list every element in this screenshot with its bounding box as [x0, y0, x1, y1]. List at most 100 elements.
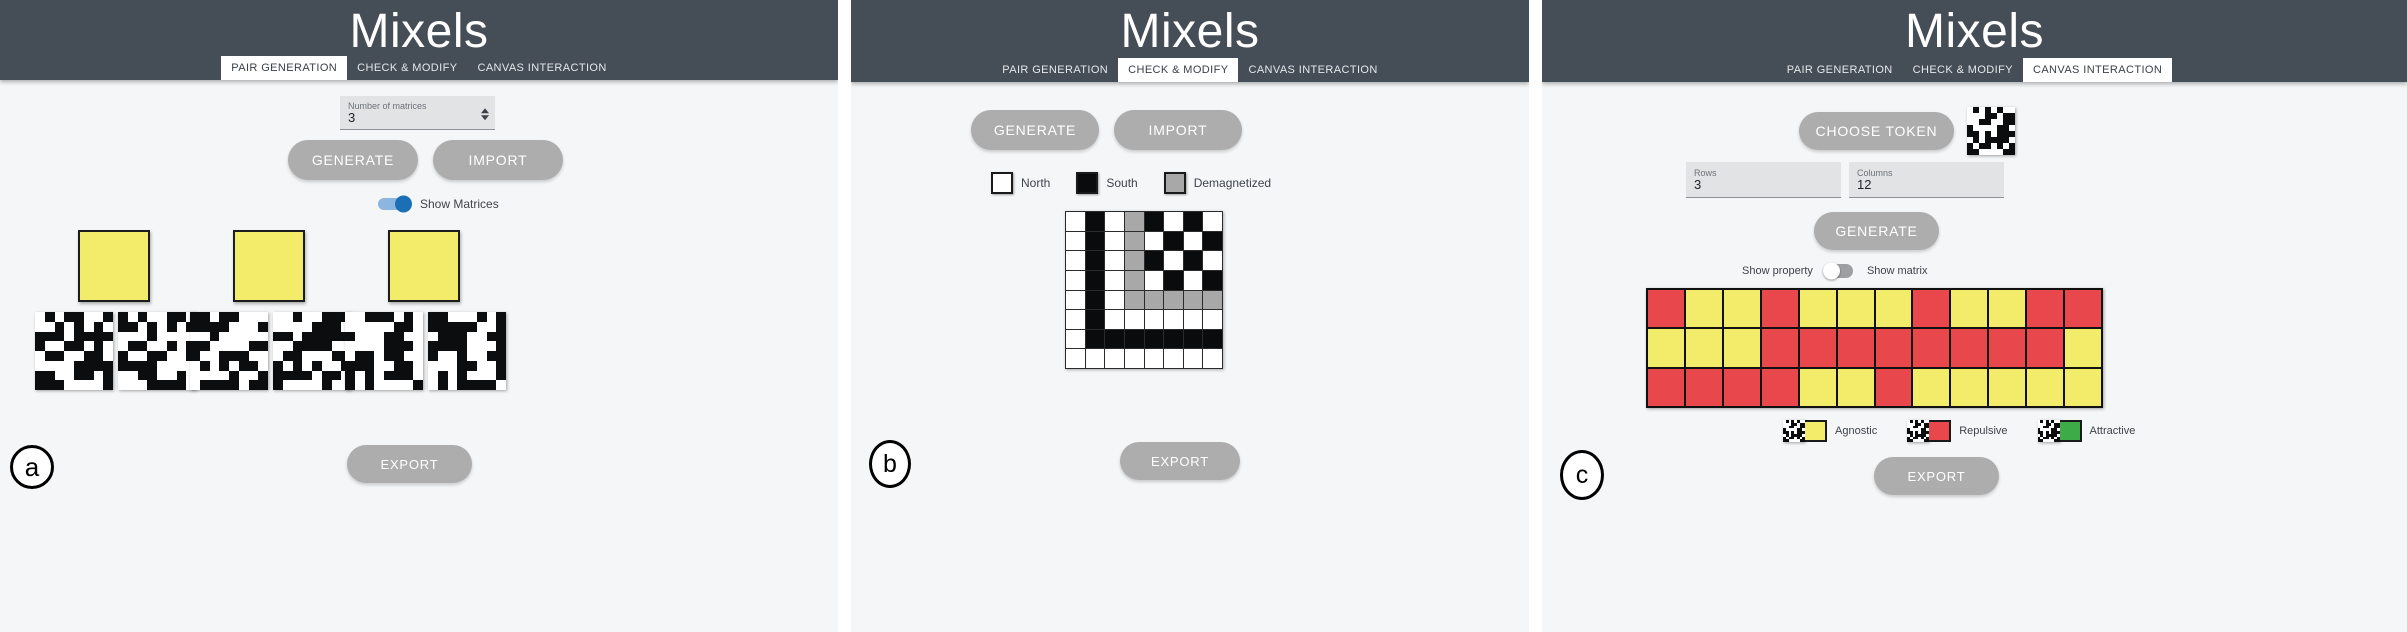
matrix-cell[interactable] [1085, 329, 1105, 349]
noise-matrix-2a[interactable] [190, 312, 268, 390]
pair-plate-1[interactable] [78, 230, 150, 302]
matrix-cell[interactable] [1164, 329, 1183, 349]
canvas-cell[interactable] [2027, 368, 2064, 406]
canvas-cell[interactable] [1723, 290, 1760, 328]
matrix-cell[interactable] [1164, 231, 1183, 251]
show-property-matrix-toggle[interactable] [1822, 262, 1857, 280]
matrix-cell[interactable] [1124, 231, 1144, 251]
noise-matrix-2b[interactable] [273, 312, 351, 390]
number-of-matrices-stepper[interactable] [481, 107, 489, 120]
matrix-cell[interactable] [1144, 349, 1164, 368]
canvas-cell[interactable] [1837, 368, 1874, 406]
canvas-cell[interactable] [1723, 368, 1760, 406]
canvas-cell[interactable] [2065, 368, 2101, 406]
tab-pair-generation[interactable]: PAIR GENERATION [221, 56, 348, 80]
matrix-cell[interactable] [1183, 251, 1203, 270]
matrix-cell[interactable] [1183, 349, 1203, 368]
matrix-cell[interactable] [1124, 290, 1144, 310]
matrix-cell[interactable] [1066, 290, 1085, 310]
matrix-cell[interactable] [1203, 290, 1222, 310]
canvas-cell[interactable] [2065, 290, 2101, 328]
matrix-cell[interactable] [1124, 212, 1144, 231]
tab-canvas-interaction[interactable]: CANVAS INTERACTION [467, 56, 616, 80]
import-button[interactable]: IMPORT [1114, 110, 1242, 150]
canvas-cell[interactable] [2027, 290, 2064, 328]
canvas-cell[interactable] [1799, 368, 1836, 406]
matrix-cell[interactable] [1164, 270, 1183, 290]
matrix-cell[interactable] [1183, 310, 1203, 329]
matrix-cell[interactable] [1183, 270, 1203, 290]
canvas-cell[interactable] [1913, 368, 1950, 406]
tab-canvas-interaction[interactable]: CANVAS INTERACTION [2022, 58, 2173, 82]
matrix-cell[interactable] [1066, 329, 1085, 349]
polarity-matrix[interactable] [1065, 211, 1223, 369]
pair-plate-2[interactable] [233, 230, 305, 302]
canvas-cell[interactable] [1913, 290, 1950, 328]
matrix-cell[interactable] [1203, 270, 1222, 290]
matrix-cell[interactable] [1203, 310, 1222, 329]
canvas-cell[interactable] [1723, 329, 1760, 367]
canvas-cell[interactable] [2065, 329, 2101, 367]
matrix-cell[interactable] [1066, 270, 1085, 290]
matrix-cell[interactable] [1085, 349, 1105, 368]
matrix-cell[interactable] [1203, 231, 1222, 251]
matrix-cell[interactable] [1085, 290, 1105, 310]
matrix-cell[interactable] [1144, 251, 1164, 270]
matrix-cell[interactable] [1124, 270, 1144, 290]
canvas-cell[interactable] [1761, 290, 1798, 328]
matrix-cell[interactable] [1164, 290, 1183, 310]
canvas-cell[interactable] [1761, 368, 1798, 406]
matrix-cell[interactable] [1105, 251, 1124, 270]
matrix-cell[interactable] [1203, 212, 1222, 231]
canvas-cell[interactable] [1875, 368, 1912, 406]
matrix-cell[interactable] [1124, 251, 1144, 270]
canvas-cell[interactable] [1951, 290, 1988, 328]
matrix-cell[interactable] [1183, 329, 1203, 349]
import-button[interactable]: IMPORT [433, 140, 563, 180]
matrix-cell[interactable] [1105, 270, 1124, 290]
canvas-grid[interactable] [1646, 288, 2103, 408]
canvas-cell[interactable] [1837, 290, 1874, 328]
canvas-cell[interactable] [1648, 290, 1684, 328]
tab-check-modify[interactable]: CHECK & MODIFY [1903, 58, 2023, 82]
matrix-cell[interactable] [1085, 251, 1105, 270]
matrix-cell[interactable] [1203, 329, 1222, 349]
matrix-cell[interactable] [1203, 251, 1222, 270]
matrix-cell[interactable] [1105, 349, 1124, 368]
export-button[interactable]: EXPORT [1120, 442, 1240, 480]
matrix-cell[interactable] [1066, 251, 1085, 270]
matrix-cell[interactable] [1085, 270, 1105, 290]
matrix-cell[interactable] [1183, 212, 1203, 231]
matrix-cell[interactable] [1164, 212, 1183, 231]
canvas-cell[interactable] [1989, 329, 2026, 367]
matrix-cell[interactable] [1066, 349, 1085, 368]
matrix-cell[interactable] [1144, 290, 1164, 310]
generate-button[interactable]: GENERATE [288, 140, 418, 180]
matrix-cell[interactable] [1144, 329, 1164, 349]
tab-pair-generation[interactable]: PAIR GENERATION [1777, 58, 1903, 82]
matrix-cell[interactable] [1203, 349, 1222, 368]
matrix-cell[interactable] [1105, 231, 1124, 251]
show-matrices-toggle[interactable] [378, 194, 412, 214]
noise-matrix-3a[interactable] [345, 312, 423, 390]
matrix-cell[interactable] [1183, 231, 1203, 251]
matrix-cell[interactable] [1085, 212, 1105, 231]
canvas-cell[interactable] [1648, 368, 1684, 406]
canvas-cell[interactable] [1913, 329, 1950, 367]
matrix-cell[interactable] [1085, 310, 1105, 329]
matrix-cell[interactable] [1144, 270, 1164, 290]
tab-canvas-interaction[interactable]: CANVAS INTERACTION [1238, 58, 1387, 82]
canvas-cell[interactable] [1989, 368, 2026, 406]
noise-matrix-3b[interactable] [428, 312, 506, 390]
choose-token-button[interactable]: CHOOSE TOKEN [1799, 112, 1954, 150]
canvas-cell[interactable] [1875, 329, 1912, 367]
matrix-cell[interactable] [1124, 310, 1144, 329]
tab-check-modify[interactable]: CHECK & MODIFY [1118, 58, 1239, 82]
pair-plate-3[interactable] [388, 230, 460, 302]
noise-matrix-1a[interactable] [35, 312, 113, 390]
canvas-cell[interactable] [1989, 290, 2026, 328]
matrix-cell[interactable] [1105, 212, 1124, 231]
matrix-cell[interactable] [1066, 212, 1085, 231]
canvas-cell[interactable] [1761, 329, 1798, 367]
matrix-cell[interactable] [1144, 212, 1164, 231]
